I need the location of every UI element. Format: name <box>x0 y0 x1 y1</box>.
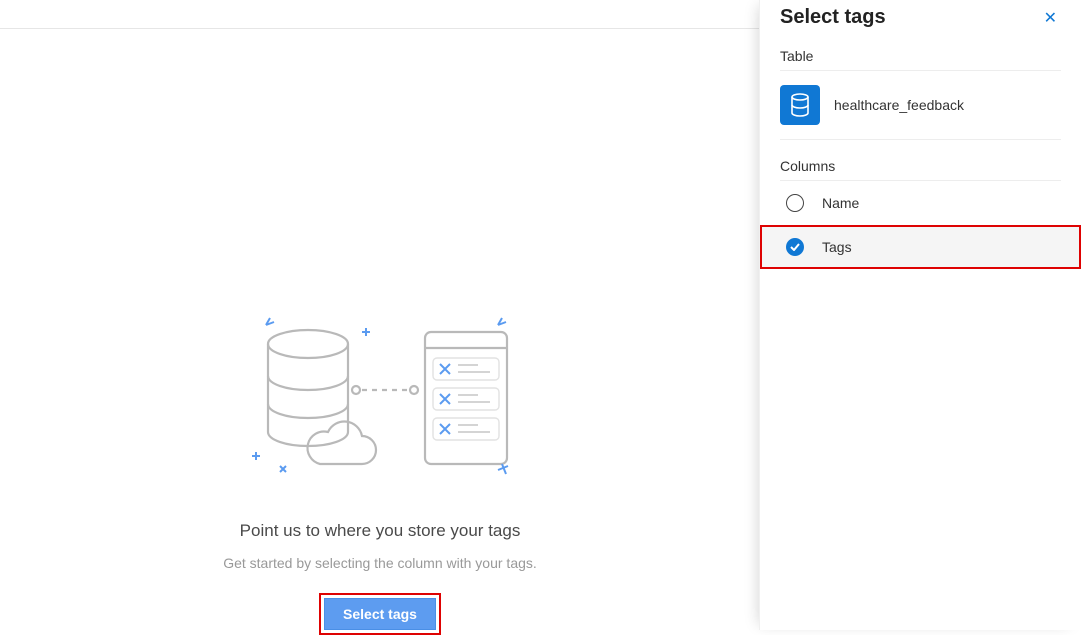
database-icon <box>780 85 820 125</box>
select-tags-highlight: Select tags <box>319 593 441 635</box>
column-row-tags[interactable]: Tags <box>760 225 1081 269</box>
table-name: healthcare_feedback <box>834 97 964 113</box>
db-to-list-illustration <box>250 314 510 484</box>
column-row-name[interactable]: Name <box>760 181 1081 225</box>
main-subheading: Get started by selecting the column with… <box>223 555 537 571</box>
column-label: Name <box>822 195 859 211</box>
column-label: Tags <box>822 239 852 255</box>
radio-checked-icon <box>786 238 804 256</box>
selected-table-row[interactable]: healthcare_feedback <box>780 71 1061 140</box>
select-tags-button[interactable]: Select tags <box>324 598 436 630</box>
illustration <box>200 314 560 484</box>
radio-unchecked-icon <box>786 194 804 212</box>
columns-list: Name Tags <box>760 181 1081 269</box>
main-heading: Point us to where you store your tags <box>240 521 521 541</box>
panel-title: Select tags <box>780 6 886 29</box>
topbar <box>0 0 760 29</box>
main-content: Point us to where you store your tags Ge… <box>0 29 760 630</box>
select-tags-panel: Select tags ✕ Table healthcare_feedback … <box>759 0 1081 630</box>
columns-section-label: Columns <box>780 158 1061 174</box>
table-section-label: Table <box>780 48 1061 64</box>
close-icon[interactable]: ✕ <box>1040 4 1061 32</box>
